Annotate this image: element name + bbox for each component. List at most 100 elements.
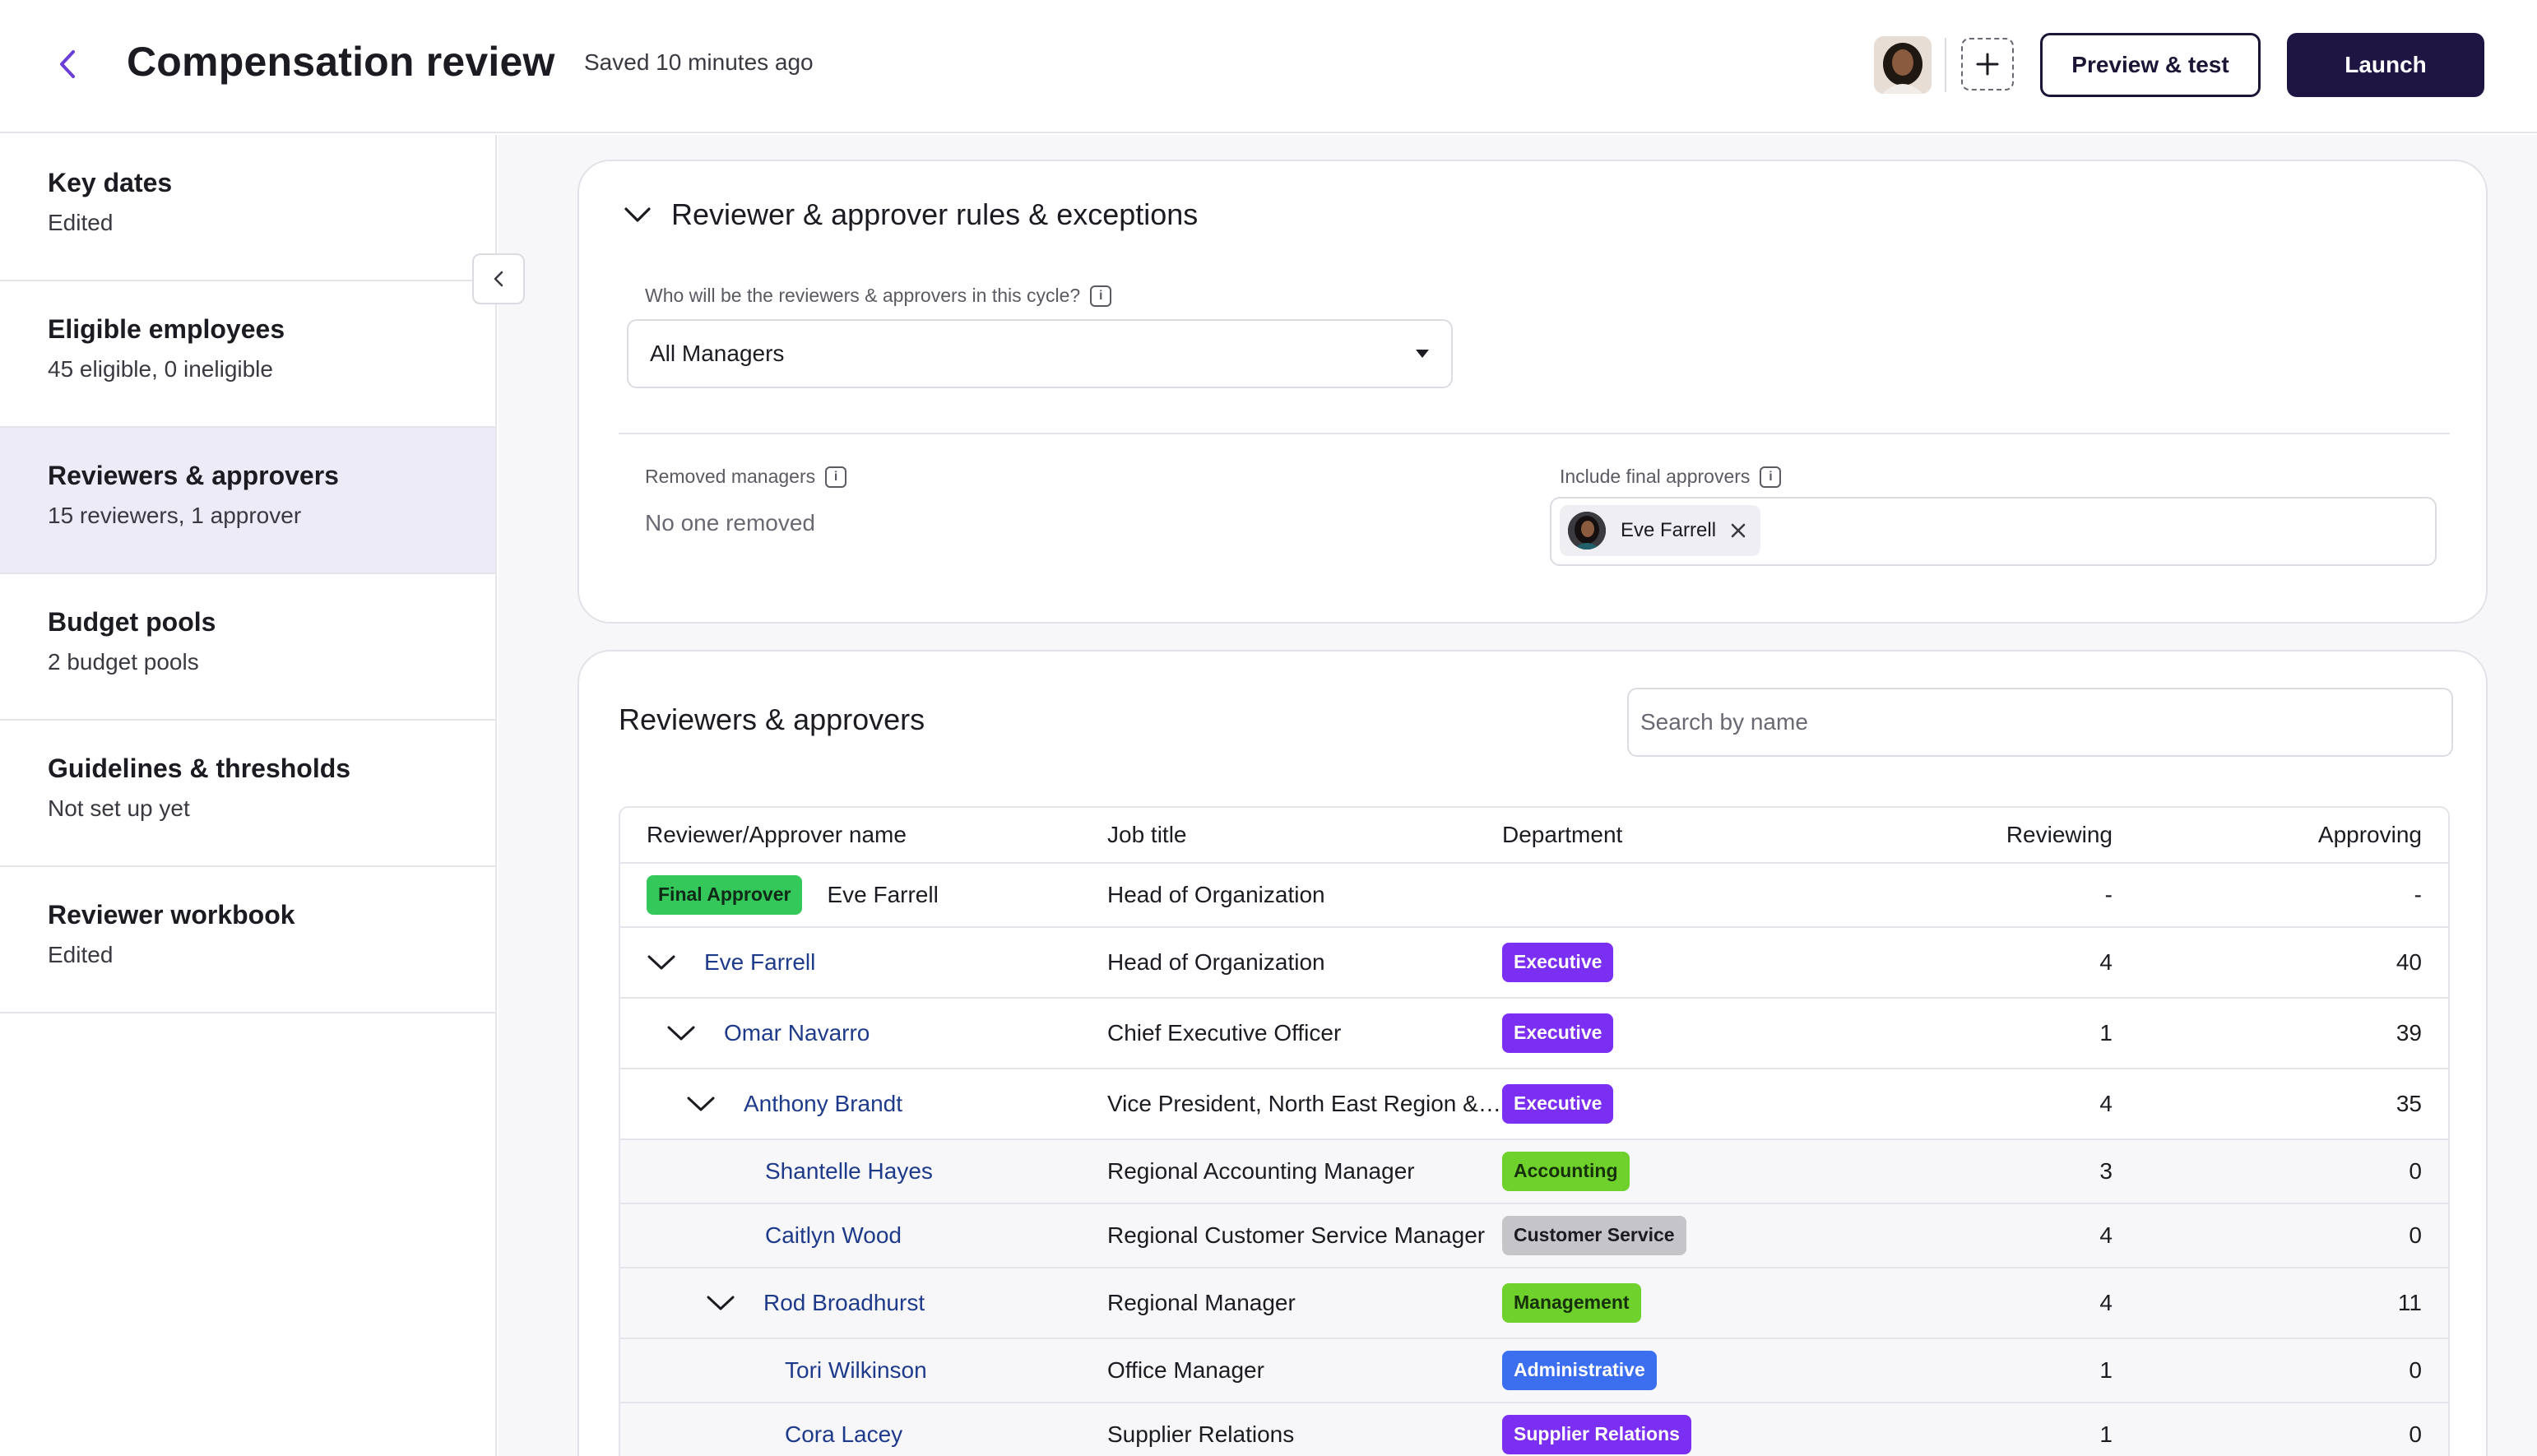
- department-cell: Accounting: [1502, 1152, 1630, 1191]
- search-input[interactable]: [1627, 688, 2453, 757]
- reviewer-link[interactable]: Tori Wilkinson: [785, 1357, 927, 1384]
- approving-count: 0: [2409, 1158, 2422, 1184]
- sidebar-item-title: Key dates: [48, 168, 173, 197]
- sidebar-item-subtitle: Edited: [48, 942, 114, 967]
- column-header-department[interactable]: Department: [1502, 822, 1622, 848]
- sidebar-item-subtitle: Not set up yet: [48, 795, 190, 821]
- approving-count: 0: [2409, 1357, 2422, 1383]
- removed-managers-value: No one removed: [645, 510, 816, 536]
- sidebar-item-subtitle: 15 reviewers, 1 approver: [48, 503, 302, 528]
- table-row: Rod Broadhurst Regional Manager Manageme…: [620, 1268, 2448, 1339]
- final-approvers-input[interactable]: Eve Farrell: [1550, 497, 2437, 566]
- collapse-sidebar-button[interactable]: [472, 253, 525, 304]
- sidebar: Key dates Edited Eligible employees 45 e…: [0, 135, 497, 1456]
- close-icon[interactable]: [1731, 523, 1746, 538]
- caret-down-icon: [1416, 350, 1429, 358]
- reviewers-table: Reviewer/Approver name Job title Departm…: [619, 806, 2450, 1456]
- reviewer-link[interactable]: Omar Navarro: [724, 1020, 870, 1046]
- rules-section-toggle[interactable]: Reviewer & approver rules & exceptions: [624, 197, 1198, 232]
- reviewers-table-card: Reviewers & approvers Reviewer/Approver …: [577, 650, 2488, 1456]
- department-cell: Executive: [1502, 1084, 1614, 1124]
- column-header-reviewing[interactable]: Reviewing: [2006, 822, 2113, 848]
- reviewer-link[interactable]: Eve Farrell: [704, 949, 815, 976]
- sidebar-item-key-dates[interactable]: Key dates Edited: [0, 135, 495, 281]
- approving-count: 39: [2396, 1020, 2422, 1046]
- department-badge: Customer Service: [1502, 1216, 1686, 1255]
- department-cell: Supplier Relations: [1502, 1415, 1691, 1454]
- column-header-name[interactable]: Reviewer/Approver name: [647, 822, 907, 848]
- department-cell: Customer Service: [1502, 1216, 1686, 1255]
- sidebar-item-reviewer-workbook[interactable]: Reviewer workbook Edited: [0, 867, 495, 1013]
- back-button[interactable]: [49, 41, 86, 87]
- reviewing-count: 1: [2099, 1357, 2113, 1383]
- reviewing-count: 1: [2099, 1020, 2113, 1046]
- job-title: Office Manager: [1107, 1357, 1264, 1383]
- chevron-down-icon: [624, 207, 651, 222]
- section-divider: [619, 433, 2450, 434]
- department-cell: Executive: [1502, 1013, 1614, 1053]
- reviewing-count: 4: [2099, 1290, 2113, 1315]
- reviewing-count: 4: [2099, 949, 2113, 975]
- approving-count: 0: [2409, 1421, 2422, 1447]
- table-title: Reviewers & approvers: [619, 702, 925, 736]
- plus-icon: [1976, 53, 1999, 76]
- department-cell: Management: [1502, 1283, 1641, 1323]
- user-avatar[interactable]: [1874, 36, 1932, 94]
- info-icon[interactable]: i: [825, 466, 847, 488]
- approving-count: 0: [2409, 1222, 2422, 1248]
- reviewer-link[interactable]: Rod Broadhurst: [763, 1290, 925, 1316]
- select-value: All Managers: [650, 341, 785, 366]
- column-header-job[interactable]: Job title: [1107, 822, 1504, 848]
- chevron-down-icon[interactable]: [686, 1096, 716, 1112]
- sidebar-item-reviewers-approvers[interactable]: Reviewers & approvers 15 reviewers, 1 ap…: [0, 428, 495, 574]
- column-header-approving[interactable]: Approving: [2318, 822, 2422, 848]
- info-icon[interactable]: i: [1760, 466, 1782, 488]
- reviewing-count: 1: [2099, 1421, 2113, 1447]
- sidebar-item-title: Eligible employees: [48, 314, 285, 344]
- reviewer-link[interactable]: Shantelle Hayes: [765, 1158, 933, 1185]
- sidebar-item-budget-pools[interactable]: Budget pools 2 budget pools: [0, 574, 495, 721]
- table-row: Cora Lacey Supplier Relations Supplier R…: [620, 1403, 2448, 1456]
- top-header: Compensation review Saved 10 minutes ago…: [0, 0, 2537, 133]
- department-cell: Administrative: [1502, 1351, 1657, 1390]
- removed-managers-text: Removed managers: [645, 466, 816, 487]
- department-badge: Administrative: [1502, 1351, 1657, 1390]
- name-cell: Eve Farrell: [647, 949, 815, 976]
- page-title: Compensation review: [127, 39, 555, 85]
- chevron-left-icon: [494, 271, 503, 287]
- job-title: Supplier Relations: [1107, 1421, 1295, 1447]
- name-cell: Final Approver Eve Farrell: [647, 875, 939, 915]
- launch-button[interactable]: Launch: [2287, 33, 2484, 97]
- job-title: Chief Executive Officer: [1107, 1020, 1342, 1046]
- table-row: Final Approver Eve Farrell Head of Organ…: [620, 864, 2448, 928]
- header-separator: [1945, 38, 1946, 92]
- reviewer-link[interactable]: Anthony Brandt: [744, 1091, 902, 1117]
- job-title: Regional Manager: [1107, 1290, 1296, 1315]
- table-row: Anthony Brandt Vice President, North Eas…: [620, 1069, 2448, 1140]
- chevron-down-icon[interactable]: [647, 954, 676, 971]
- reviewing-count: -: [2104, 882, 2113, 907]
- table-row: Eve Farrell Head of Organization Executi…: [620, 928, 2448, 999]
- question-text: Who will be the reviewers & approvers in…: [645, 285, 1081, 306]
- reviewer-link[interactable]: Caitlyn Wood: [765, 1222, 902, 1249]
- rules-section-title: Reviewer & approver rules & exceptions: [671, 197, 1199, 231]
- sidebar-item-title: Reviewer workbook: [48, 900, 295, 930]
- chevron-down-icon[interactable]: [666, 1025, 696, 1041]
- name-cell: Omar Navarro: [666, 1020, 870, 1046]
- reviewing-count: 4: [2099, 1222, 2113, 1248]
- add-collaborator-button[interactable]: [1961, 38, 2014, 90]
- department-badge: Executive: [1502, 1013, 1614, 1053]
- chip-name: Eve Farrell: [1621, 519, 1717, 541]
- final-approver-badge: Final Approver: [647, 875, 803, 915]
- preview-test-button[interactable]: Preview & test: [2040, 33, 2261, 97]
- department-badge: Executive: [1502, 1084, 1614, 1124]
- chevron-down-icon[interactable]: [706, 1295, 735, 1311]
- reviewers-select[interactable]: All Managers: [627, 319, 1453, 388]
- info-icon[interactable]: i: [1090, 285, 1112, 307]
- sidebar-item-guidelines-thresholds[interactable]: Guidelines & thresholds Not set up yet: [0, 721, 495, 867]
- sidebar-item-eligible-employees[interactable]: Eligible employees 45 eligible, 0 inelig…: [0, 281, 495, 428]
- sidebar-item-title: Budget pools: [48, 607, 216, 637]
- table-row: Shantelle Hayes Regional Accounting Mana…: [620, 1140, 2448, 1204]
- table-row: Caitlyn Wood Regional Customer Service M…: [620, 1204, 2448, 1268]
- reviewer-link[interactable]: Cora Lacey: [785, 1421, 902, 1448]
